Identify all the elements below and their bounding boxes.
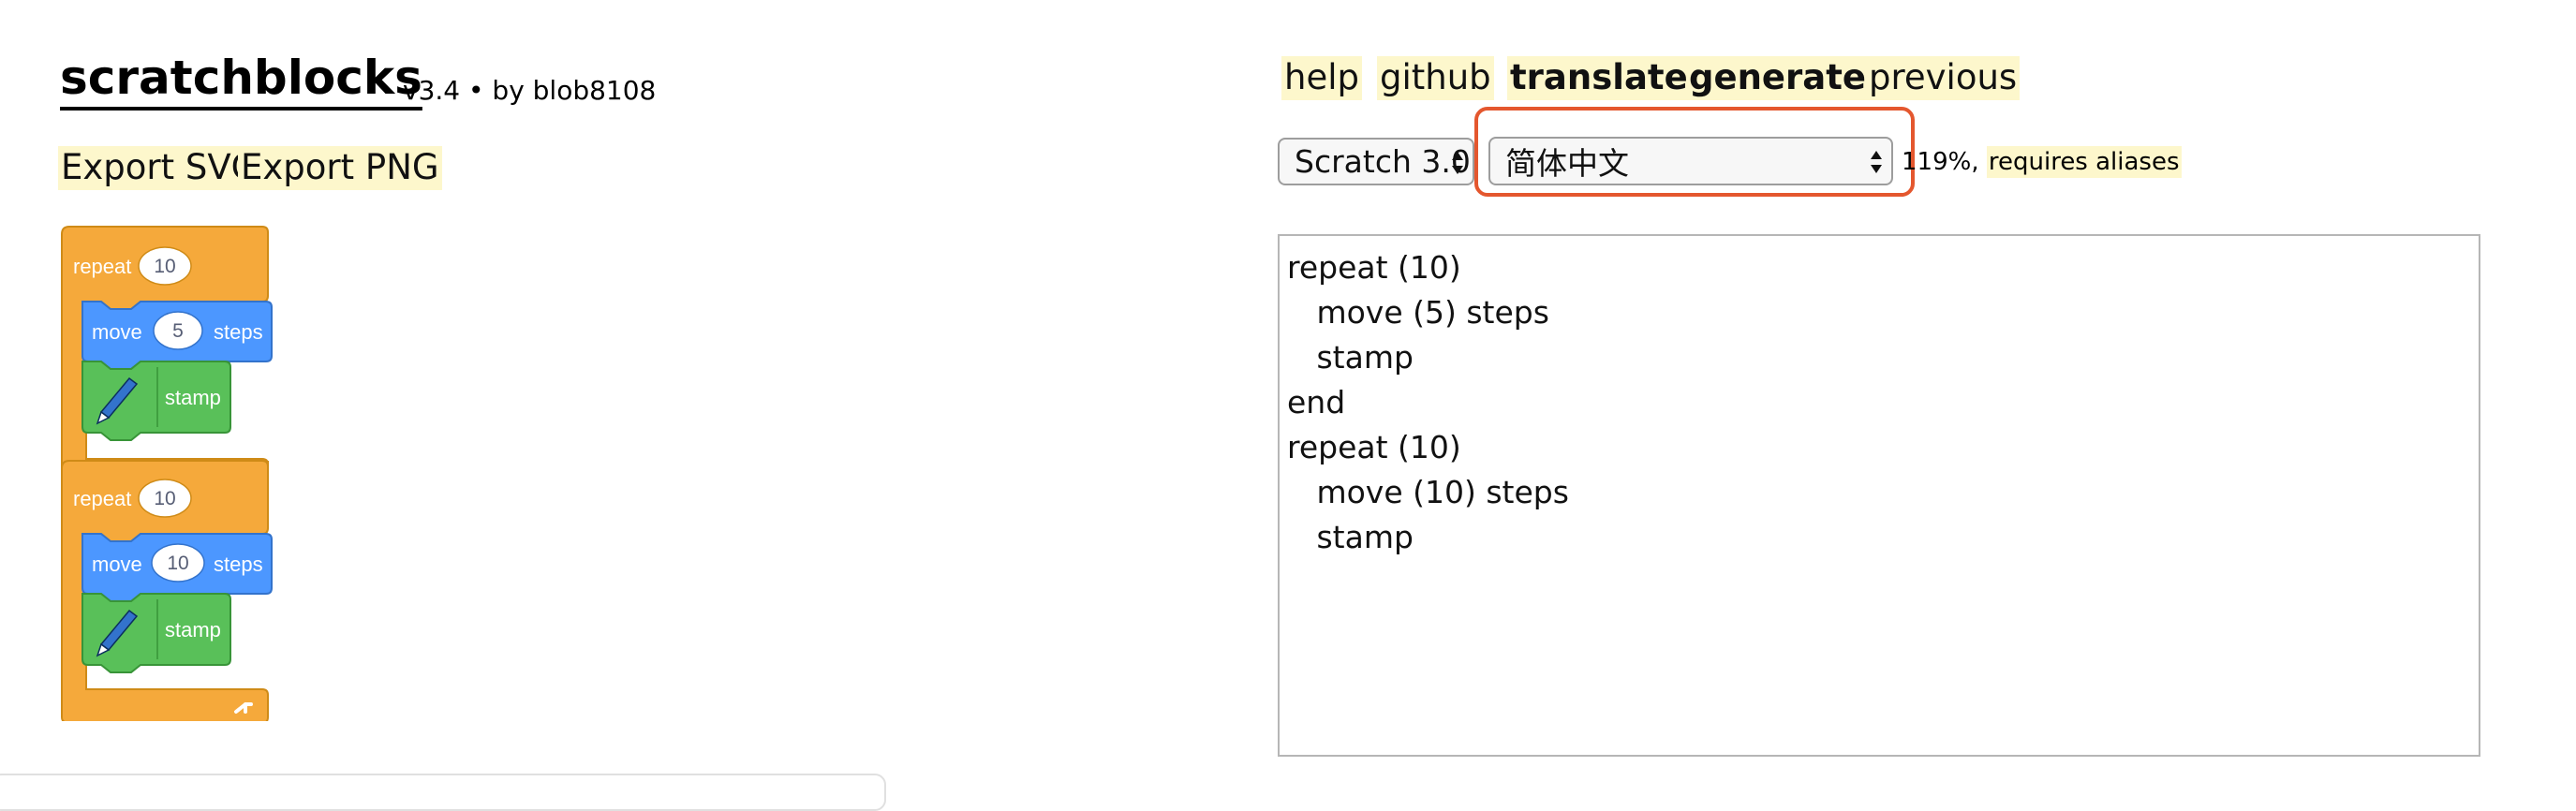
pen-stamp-block[interactable]: stamp — [81, 361, 231, 441]
language-select[interactable]: 简体中文 — [1488, 137, 1893, 185]
move-steps-block[interactable]: move 10 steps — [81, 533, 273, 602]
code-editor[interactable]: repeat (10) move (5) steps stamp end rep… — [1278, 234, 2480, 757]
select-arrows-icon — [1452, 152, 1463, 174]
select-arrows-icon — [1871, 151, 1882, 173]
repeat-count-input[interactable]: 10 — [154, 256, 175, 277]
code-line: end — [1287, 384, 1346, 420]
steps-label: steps — [214, 320, 263, 344]
stamp-label: stamp — [165, 618, 221, 641]
repeat-label: repeat — [73, 255, 131, 278]
nav-generate-link[interactable]: generate — [1686, 56, 1870, 100]
zoom-percent: 119%, — [1902, 148, 1987, 176]
code-line: repeat (10) — [1287, 429, 1461, 465]
code-line: repeat (10) — [1287, 249, 1461, 286]
code-line: move (5) steps — [1287, 294, 1549, 331]
pen-stamp-block[interactable]: stamp — [81, 593, 231, 673]
export-png-link[interactable]: Export PNG — [238, 146, 442, 190]
version-text: v3.4 • by blob8108 — [403, 75, 657, 106]
nav-github-link[interactable]: github — [1377, 56, 1494, 100]
move-steps-block[interactable]: move 5 steps — [81, 301, 273, 370]
translation-status: 119%, requires aliases — [1902, 146, 2182, 178]
move-label: move — [92, 553, 142, 576]
language-value: 简体中文 — [1505, 145, 1629, 182]
code-line: stamp — [1287, 339, 1414, 376]
repeat-label: repeat — [73, 487, 131, 510]
move-steps-input[interactable]: 5 — [172, 320, 184, 342]
repeat-count-input[interactable]: 10 — [154, 488, 175, 509]
move-label: move — [92, 320, 142, 344]
stamp-label: stamp — [165, 386, 221, 409]
move-steps-input[interactable]: 10 — [167, 553, 188, 574]
code-line: stamp — [1287, 519, 1414, 555]
nav-translate-link[interactable]: translate — [1507, 56, 1691, 100]
nav-help-link[interactable]: help — [1281, 56, 1362, 100]
requires-aliases-link[interactable]: requires aliases — [1986, 146, 2182, 178]
scratch-version-value: Scratch 3.0 — [1295, 143, 1471, 180]
app-title[interactable]: scratchblocks — [60, 54, 422, 101]
steps-label: steps — [214, 553, 263, 576]
export-svg-link[interactable]: Export SVG — [58, 146, 261, 190]
code-line: move (10) steps — [1287, 474, 1569, 510]
blocks-preview: repeat 10 move 5 steps stamp repeat 10 m… — [61, 226, 273, 721]
bottom-panel-edge — [0, 774, 886, 811]
nav-previous-link[interactable]: previous — [1866, 56, 2021, 100]
scratch-version-select[interactable]: Scratch 3.0 — [1278, 138, 1474, 185]
